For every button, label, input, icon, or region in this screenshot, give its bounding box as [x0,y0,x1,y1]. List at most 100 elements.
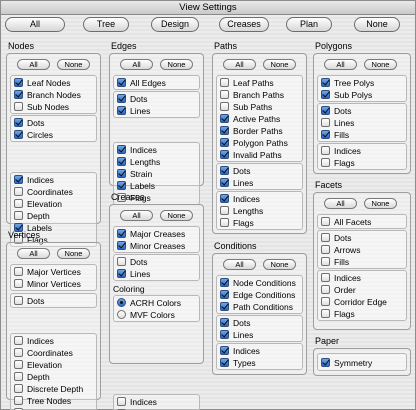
creases-dots-checkbox[interactable]: Dots [117,256,147,267]
preset-tree-button[interactable]: Tree [83,17,129,32]
checkbox-box[interactable] [14,336,23,345]
checkbox-box[interactable] [321,106,330,115]
checkbox-box[interactable] [14,396,23,405]
checkbox-box[interactable] [220,218,229,227]
nodes-circles-checkbox[interactable]: Circles [14,129,53,140]
checkbox-box[interactable] [14,372,23,381]
checkbox-box[interactable] [220,178,229,187]
facets-arrows-checkbox[interactable]: Arrows [321,244,360,255]
checkbox-box[interactable] [321,130,330,139]
vertices-minor-vertices-checkbox[interactable]: Minor Vertices [14,278,81,289]
conditions-node-conditions-checkbox[interactable]: Node Conditions [220,277,296,288]
vertices-discrete-depth-checkbox[interactable]: Discrete Depth [14,383,83,394]
checkbox-box[interactable] [14,78,23,87]
edges-all-edges-checkbox[interactable]: All Edges [117,77,166,88]
polygons-dots-checkbox[interactable]: Dots [321,105,351,116]
vertices-all-button[interactable]: All [17,248,50,259]
facets-flags-checkbox[interactable]: Flags [321,308,355,319]
checkbox-box[interactable] [14,360,23,369]
vertices-tree-nodes-checkbox[interactable]: Tree Nodes [14,395,71,406]
paths-branch-paths-checkbox[interactable]: Branch Paths [220,89,284,100]
conditions-path-conditions-checkbox[interactable]: Path Conditions [220,301,293,312]
edges-all-button[interactable]: All [120,59,153,70]
paths-invalid-paths-checkbox[interactable]: Invalid Paths [220,149,282,160]
paper-symmetry-checkbox[interactable]: Symmetry [321,357,372,368]
facets-none-button[interactable]: None [364,198,397,209]
preset-plan-button[interactable]: Plan [286,17,332,32]
nodes-depth-checkbox[interactable]: Depth [14,210,50,221]
conditions-all-button[interactable]: All [223,259,256,270]
radio-button[interactable] [117,298,126,307]
checkbox-box[interactable] [117,241,126,250]
checkbox-box[interactable] [117,94,126,103]
facets-all-facets-checkbox[interactable]: All Facets [321,216,371,227]
paths-indices-checkbox[interactable]: Indices [220,193,260,204]
checkbox-box[interactable] [220,318,229,327]
conditions-lines-checkbox[interactable]: Lines [220,329,253,340]
nodes-none-button[interactable]: None [57,59,90,70]
checkbox-box[interactable] [14,175,23,184]
checkbox-box[interactable] [14,279,23,288]
checkbox-box[interactable] [220,90,229,99]
paths-none-button[interactable]: None [263,59,296,70]
checkbox-box[interactable] [117,181,126,190]
vertices-major-vertices-checkbox[interactable]: Major Vertices [14,266,81,277]
checkbox-box[interactable] [14,267,23,276]
facets-all-button[interactable]: All [324,198,357,209]
vertices-indices-checkbox[interactable]: Indices [14,335,54,346]
paths-lengths-checkbox[interactable]: Lengths [220,205,263,216]
checkbox-box[interactable] [117,269,126,278]
checkbox-box[interactable] [14,102,23,111]
checkbox-box[interactable] [14,118,23,127]
edges-strain-checkbox[interactable]: Strain [117,168,152,179]
nodes-indices-checkbox[interactable]: Indices [14,174,54,185]
checkbox-box[interactable] [220,78,229,87]
preset-creases-button[interactable]: Creases [219,17,269,32]
checkbox-box[interactable] [117,169,126,178]
paths-sub-paths-checkbox[interactable]: Sub Paths [220,101,272,112]
preset-design-button[interactable]: Design [151,17,199,32]
paths-polygon-paths-checkbox[interactable]: Polygon Paths [220,137,288,148]
nodes-elevation-checkbox[interactable]: Elevation [14,198,62,209]
paths-border-paths-checkbox[interactable]: Border Paths [220,125,283,136]
checkbox-box[interactable] [220,302,229,311]
vertices-depth-checkbox[interactable]: Depth [14,371,50,382]
paths-active-paths-checkbox[interactable]: Active Paths [220,113,280,124]
edges-lines-checkbox[interactable]: Lines [117,105,150,116]
vertices-coordinates-checkbox[interactable]: Coordinates [14,347,73,358]
checkbox-box[interactable] [14,199,23,208]
conditions-types-checkbox[interactable]: Types [220,357,256,368]
paths-flags-checkbox[interactable]: Flags [220,217,254,228]
vertices-dots-checkbox[interactable]: Dots [14,295,44,306]
checkbox-box[interactable] [321,158,330,167]
checkbox-box[interactable] [14,384,23,393]
nodes-dots-checkbox[interactable]: Dots [14,117,44,128]
checkbox-box[interactable] [321,358,330,367]
checkbox-box[interactable] [14,187,23,196]
checkbox-box[interactable] [14,211,23,220]
preset-none-button[interactable]: None [354,17,400,32]
conditions-none-button[interactable]: None [263,259,296,270]
checkbox-box[interactable] [321,233,330,242]
checkbox-box[interactable] [117,257,126,266]
checkbox-box[interactable] [14,130,23,139]
edges-none-button[interactable]: None [160,59,193,70]
nodes-all-button[interactable]: All [17,59,50,70]
checkbox-box[interactable] [220,330,229,339]
facets-fills-checkbox[interactable]: Fills [321,256,349,267]
facets-order-checkbox[interactable]: Order [321,284,356,295]
checkbox-box[interactable] [321,309,330,318]
checkbox-box[interactable] [117,397,126,406]
polygons-sub-polys-checkbox[interactable]: Sub Polys [321,89,372,100]
facets-dots-checkbox[interactable]: Dots [321,232,351,243]
conditions-dots-checkbox[interactable]: Dots [220,317,250,328]
edges-lengths-checkbox[interactable]: Lengths [117,156,160,167]
creases-indices-checkbox[interactable]: Indices [117,396,157,407]
checkbox-box[interactable] [220,166,229,175]
paths-lines-checkbox[interactable]: Lines [220,177,253,188]
creases-none-button[interactable]: None [160,210,193,221]
checkbox-box[interactable] [220,114,229,123]
checkbox-box[interactable] [321,118,330,127]
checkbox-box[interactable] [117,229,126,238]
edges-indices-checkbox[interactable]: Indices [117,144,157,155]
